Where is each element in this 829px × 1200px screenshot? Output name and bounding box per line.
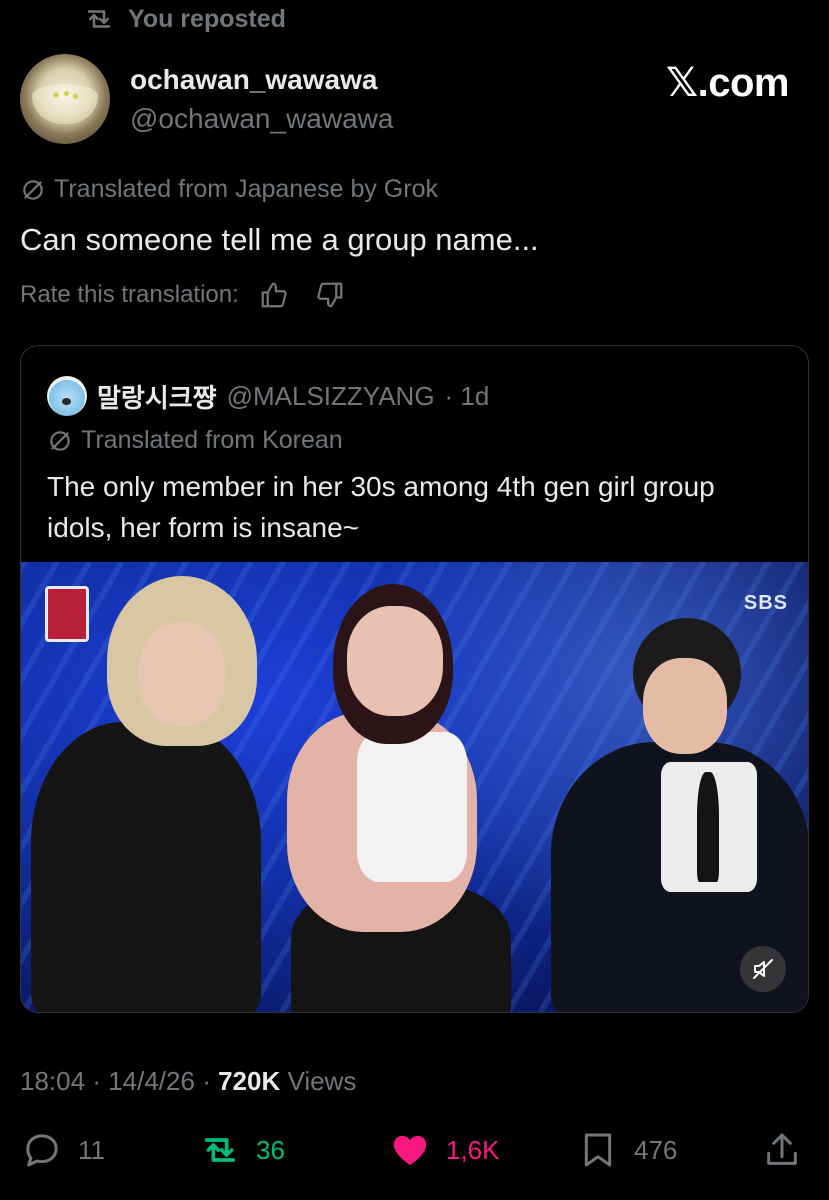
broadcaster-logo <box>45 586 89 642</box>
thumbs-down-icon[interactable] <box>315 280 345 310</box>
rate-translation: Rate this translation: <box>20 280 371 310</box>
tweet-text: Can someone tell me a group name... <box>20 222 539 257</box>
mute-button[interactable] <box>740 946 786 992</box>
translate-icon <box>23 179 43 200</box>
author-display-name[interactable]: ochawan_wawawa <box>130 64 377 96</box>
quoted-tweet-age: · 1d <box>444 380 490 411</box>
thumbs-up-icon[interactable] <box>259 280 289 310</box>
quoted-tweet-header: 말랑시크쨩 @MALSIZZYANG · 1d <box>47 376 489 416</box>
repost-banner-text: You reposted <box>128 4 286 33</box>
repost-button[interactable]: 36 <box>200 1130 285 1170</box>
views-count: 720K <box>218 1066 281 1096</box>
quoted-translation-note: Translated from Korean <box>47 426 343 455</box>
bookmark-count: 476 <box>634 1134 678 1165</box>
bookmark-button[interactable]: 476 <box>578 1130 677 1170</box>
rate-translation-label: Rate this translation: <box>20 281 239 308</box>
tweet-meta: 18:04 · 14/4/26 · 720K Views <box>20 1066 357 1096</box>
quoted-translation-note-text: Translated from Korean <box>81 426 343 454</box>
quoted-author-avatar[interactable] <box>47 376 87 416</box>
site-watermark: 𝕏.com <box>665 61 790 105</box>
author-handle[interactable]: @ochawan_wawawa <box>130 103 393 135</box>
reply-button[interactable]: 11 <box>22 1130 105 1170</box>
action-bar: 11 36 1,6K 476 <box>0 1130 829 1180</box>
author-avatar[interactable] <box>20 54 110 144</box>
bookmark-icon <box>584 1133 612 1167</box>
translate-icon <box>50 430 70 451</box>
quoted-author-name[interactable]: 말랑시크쨩 <box>97 378 217 415</box>
repost-icon <box>87 10 111 28</box>
repost-banner: You reposted <box>84 4 286 34</box>
translation-note: Translated from Japanese by Grok <box>20 175 438 204</box>
share-button[interactable] <box>762 1130 802 1170</box>
views-label: Views <box>287 1066 357 1096</box>
heart-icon <box>393 1135 427 1165</box>
quoted-video[interactable]: SBS <box>21 562 808 1012</box>
share-icon <box>767 1133 797 1165</box>
reply-count: 11 <box>78 1134 105 1165</box>
like-count: 1,6K <box>446 1134 500 1165</box>
muted-speaker-icon <box>753 959 773 979</box>
sbs-watermark: SBS <box>743 592 788 614</box>
quoted-tweet[interactable]: 말랑시크쨩 @MALSIZZYANG · 1d Translated from … <box>20 345 809 1013</box>
tweet-time[interactable]: 18:04 <box>20 1066 85 1096</box>
tweet-date[interactable]: 14/4/26 <box>108 1066 195 1096</box>
quoted-author-handle[interactable]: @MALSIZZYANG <box>227 381 435 412</box>
quoted-tweet-text: The only member in her 30s among 4th gen… <box>47 471 715 543</box>
repost-count: 36 <box>256 1134 285 1165</box>
translation-note-text: Translated from Japanese by Grok <box>54 175 438 203</box>
like-button[interactable]: 1,6K <box>390 1130 500 1170</box>
reply-icon <box>26 1134 58 1167</box>
repost-icon <box>204 1138 236 1162</box>
